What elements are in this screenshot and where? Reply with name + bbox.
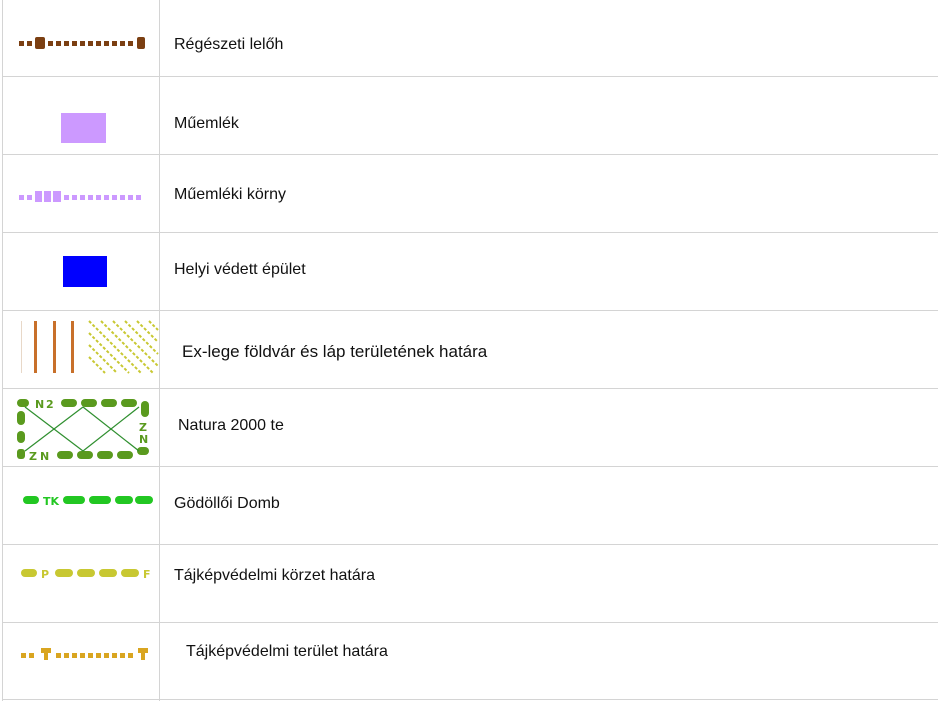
legend-item-tajkepvedelmi-terulet: Tájképvédelmi terület határa	[2, 623, 938, 701]
natura-2000-boundary-icon: N2 ZN ZN	[2, 389, 160, 467]
svg-text:F: F	[143, 568, 151, 581]
legend-item-muemlek: Műemlék	[2, 77, 938, 155]
local-protected-building-rect-icon	[2, 233, 160, 311]
svg-text:N: N	[35, 398, 44, 411]
landscape-district-line-icon: P F	[2, 545, 160, 623]
legend-label: Helyi védett épület	[174, 261, 306, 278]
hatch-pattern-icon	[2, 311, 160, 389]
legend-label: Tájképvédelmi terület határa	[186, 643, 388, 660]
legend-item-tajkepvedelmi-korzet: P F Tájképvédelmi körzet határa	[2, 545, 938, 623]
svg-text:Z: Z	[29, 450, 37, 463]
legend-item-natura-2000: N2 ZN ZN Natura 2000 te	[2, 389, 938, 467]
legend-item-helyi-vedett-epulet: Helyi védett épület	[2, 233, 938, 311]
row-divider	[2, 699, 938, 700]
svg-text:P: P	[41, 568, 49, 581]
legend-label: Műemléki körny	[174, 186, 287, 203]
legend-item-regeszeti-lelohely: Régészeti lelőh	[2, 0, 938, 78]
tk-boundary-line-icon: TK	[2, 467, 160, 545]
svg-text:2: 2	[46, 398, 54, 411]
legend-label: Natura 2000 te	[178, 417, 284, 434]
legend-item-muemleki-kornyezet: Műemléki körny	[2, 155, 938, 233]
legend-label: Tájképvédelmi körzet határa	[174, 567, 375, 584]
legend-label: Gödöllői Domb	[174, 495, 280, 512]
monument-surroundings-line-icon	[2, 155, 160, 233]
monument-rect-icon	[2, 77, 160, 155]
legend-item-ex-lege: Ex-lege földvár és láp területének határ…	[2, 311, 938, 389]
legend-label: Régészeti lelőh	[174, 36, 284, 53]
svg-text:N: N	[40, 450, 49, 463]
map-legend: Régészeti lelőh Műemlék Műemléki körny H…	[2, 0, 938, 701]
legend-label: Műemlék	[174, 115, 239, 132]
legend-label: Ex-lege földvár és láp területének határ…	[182, 342, 488, 361]
svg-text:N: N	[139, 433, 148, 446]
svg-text:TK: TK	[43, 495, 60, 508]
legend-item-godolloi-dombvidek: TK Gödöllői Domb	[2, 467, 938, 545]
archaeological-site-line-icon	[2, 0, 160, 78]
landscape-area-line-icon	[2, 623, 160, 701]
